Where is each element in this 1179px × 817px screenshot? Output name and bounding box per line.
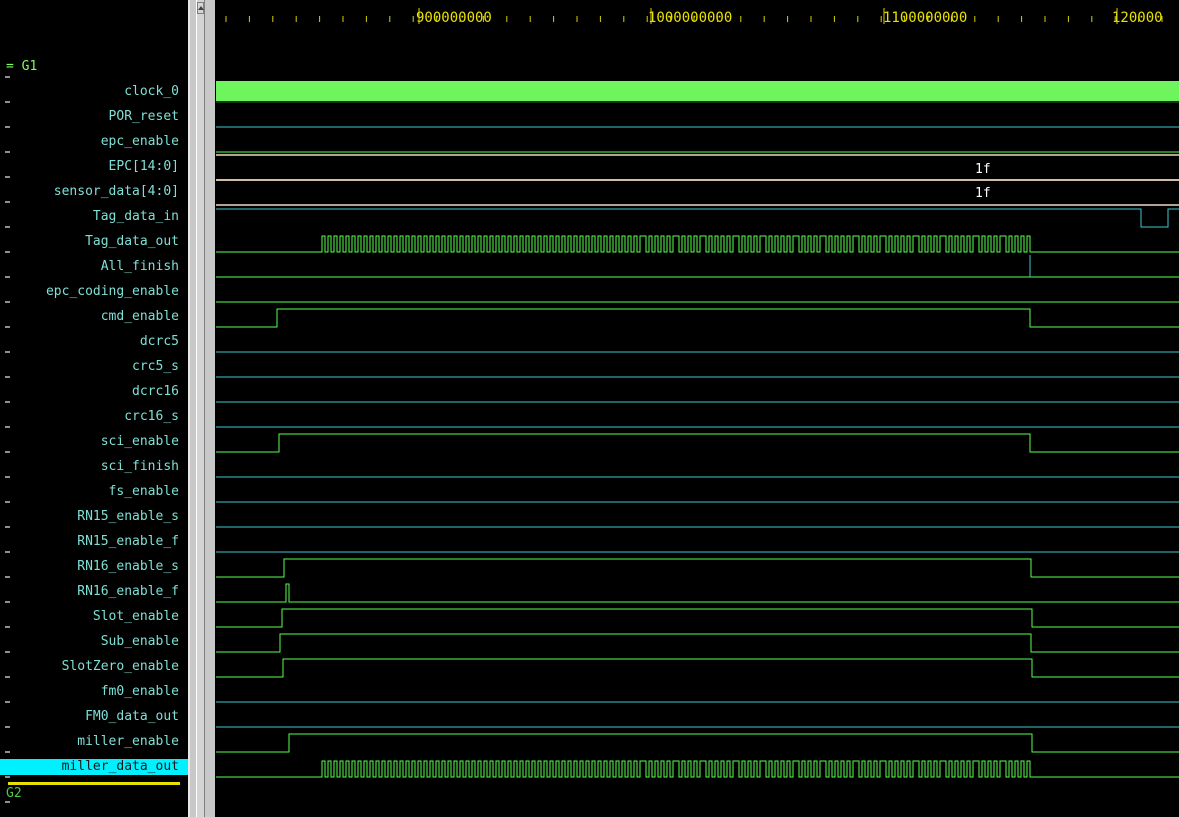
waveform-viewer: = G1 clock_0 POR_reset epc_enable EPC[14:0]… bbox=[0, 0, 1179, 817]
rn16-enable-f-waveform bbox=[216, 583, 1179, 603]
tag-data-in-waveform bbox=[216, 208, 1179, 228]
epc-bus-value: 1f bbox=[975, 162, 991, 177]
miller-data-out-waveform bbox=[216, 760, 1179, 778]
sensor-data-bus-value: 1f bbox=[975, 186, 991, 201]
cmd-enable-waveform bbox=[216, 308, 1179, 328]
slot-enable-waveform bbox=[216, 608, 1179, 628]
sci-enable-waveform bbox=[216, 433, 1179, 453]
sub-enable-waveform bbox=[216, 633, 1179, 653]
clock-0-waveform bbox=[216, 81, 1179, 101]
rn16-enable-s-waveform bbox=[216, 558, 1179, 578]
miller-enable-waveform bbox=[216, 733, 1179, 753]
waveform-area[interactable]: 1f 1f bbox=[0, 0, 1179, 817]
tag-data-out-waveform bbox=[216, 235, 1179, 253]
slotzero-enable-waveform bbox=[216, 658, 1179, 678]
